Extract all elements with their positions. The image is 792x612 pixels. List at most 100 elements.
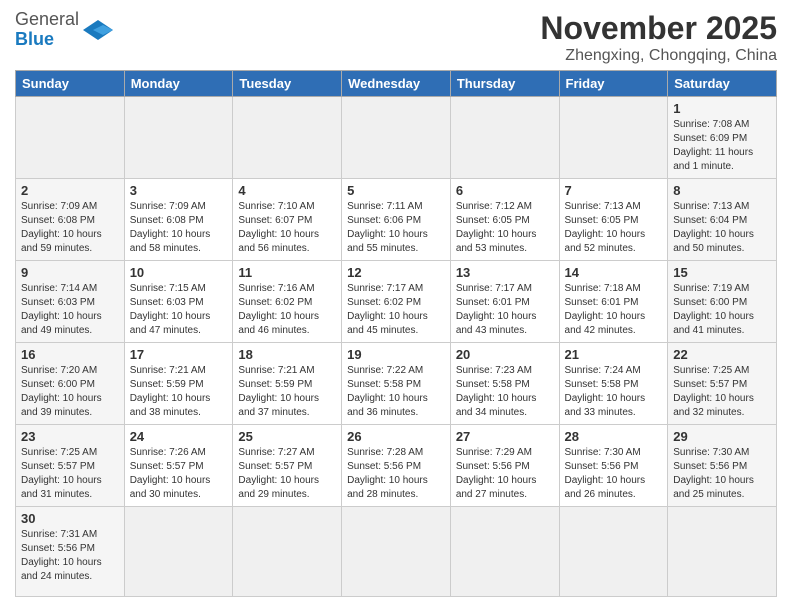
table-row: 16 Sunrise: 7:20 AM Sunset: 6:00 PM Dayli… [16,343,125,425]
day-info: Sunrise: 7:22 AM Sunset: 5:58 PM Dayligh… [347,364,445,420]
day-number: 3 [130,183,228,198]
day-number: 8 [673,183,771,198]
col-friday: Friday [559,71,668,97]
table-row: 24 Sunrise: 7:26 AM Sunset: 5:57 PM Dayli… [124,425,233,507]
day-info: Sunrise: 7:09 AM Sunset: 6:08 PM Dayligh… [21,200,119,256]
logo: General Blue [15,10,113,50]
table-row: 19Sunrise: 7:22 AM Sunset: 5:58 PM Dayli… [342,343,451,425]
day-number: 25 [238,429,336,444]
table-row: 27 Sunrise: 7:29 AM Sunset: 5:56 PM Dayli… [450,425,559,507]
day-info: Sunrise: 7:11 AM Sunset: 6:06 PM Dayligh… [347,200,445,256]
day-info: Sunrise: 7:16 AM Sunset: 6:02 PM Dayligh… [238,282,336,338]
day-number: 29 [673,429,771,444]
col-wednesday: Wednesday [342,71,451,97]
table-row: 26Sunrise: 7:28 AM Sunset: 5:56 PM Dayli… [342,425,451,507]
day-info: Sunrise: 7:13 AM Sunset: 6:05 PM Dayligh… [565,200,663,256]
day-number: 12 [347,265,445,280]
title-block: November 2025 Zhengxing, Chongqing, Chin… [540,10,777,65]
table-row: 28 Sunrise: 7:30 AM Sunset: 5:56 PM Dayli… [559,425,668,507]
day-info: Sunrise: 7:12 AM Sunset: 6:05 PM Dayligh… [456,200,554,256]
day-number: 28 [565,429,663,444]
day-number: 4 [238,183,336,198]
day-number: 17 [130,347,228,362]
table-row: 29 Sunrise: 7:30 AM Sunset: 5:56 PM Dayli… [668,425,777,507]
day-info: Sunrise: 7:08 AM Sunset: 6:09 PM Dayligh… [673,118,771,174]
day-number: 27 [456,429,554,444]
day-number: 10 [130,265,228,280]
logo-blue: Blue [15,29,54,49]
col-saturday: Saturday [668,71,777,97]
table-row [559,97,668,179]
day-number: 15 [673,265,771,280]
table-row: 9 Sunrise: 7:14 AM Sunset: 6:03 PM Daylig… [16,261,125,343]
day-number: 26 [347,429,445,444]
table-row: 14 Sunrise: 7:18 AM Sunset: 6:01 PM Dayli… [559,261,668,343]
day-number: 6 [456,183,554,198]
table-row: 25 Sunrise: 7:27 AM Sunset: 5:57 PM Dayli… [233,425,342,507]
day-number: 2 [21,183,119,198]
day-number: 22 [673,347,771,362]
day-info: Sunrise: 7:17 AM Sunset: 6:01 PM Dayligh… [456,282,554,338]
day-number: 5 [347,183,445,198]
table-row: 10 Sunrise: 7:15 AM Sunset: 6:03 PM Dayli… [124,261,233,343]
day-number: 30 [21,511,119,526]
day-info: Sunrise: 7:31 AM Sunset: 5:56 PM Dayligh… [21,528,119,584]
day-info: Sunrise: 7:26 AM Sunset: 5:57 PM Dayligh… [130,446,228,502]
col-tuesday: Tuesday [233,71,342,97]
day-info: Sunrise: 7:15 AM Sunset: 6:03 PM Dayligh… [130,282,228,338]
day-number: 18 [238,347,336,362]
day-info: Sunrise: 7:14 AM Sunset: 6:03 PM Dayligh… [21,282,119,338]
day-number: 7 [565,183,663,198]
table-row: 15 Sunrise: 7:19 AM Sunset: 6:00 PM Dayli… [668,261,777,343]
table-row: 17Sunrise: 7:21 AM Sunset: 5:59 PM Dayli… [124,343,233,425]
day-info: Sunrise: 7:20 AM Sunset: 6:00 PM Dayligh… [21,364,119,420]
day-info: Sunrise: 7:29 AM Sunset: 5:56 PM Dayligh… [456,446,554,502]
day-info: Sunrise: 7:17 AM Sunset: 6:02 PM Dayligh… [347,282,445,338]
day-number: 23 [21,429,119,444]
table-row: 2 Sunrise: 7:09 AM Sunset: 6:08 PM Daylig… [16,179,125,261]
col-thursday: Thursday [450,71,559,97]
logo-icon [83,20,113,40]
day-info: Sunrise: 7:23 AM Sunset: 5:58 PM Dayligh… [456,364,554,420]
day-number: 14 [565,265,663,280]
table-row: 5 Sunrise: 7:11 AM Sunset: 6:06 PM Daylig… [342,179,451,261]
table-row: 21Sunrise: 7:24 AM Sunset: 5:58 PM Dayli… [559,343,668,425]
logo-general: General [15,9,79,29]
table-row: 12 Sunrise: 7:17 AM Sunset: 6:02 PM Dayli… [342,261,451,343]
col-monday: Monday [124,71,233,97]
day-info: Sunrise: 7:10 AM Sunset: 6:07 PM Dayligh… [238,200,336,256]
calendar-subtitle: Zhengxing, Chongqing, China [540,47,777,65]
table-row: 11 Sunrise: 7:16 AM Sunset: 6:02 PM Dayli… [233,261,342,343]
day-info: Sunrise: 7:13 AM Sunset: 6:04 PM Dayligh… [673,200,771,256]
table-row: 8 Sunrise: 7:13 AM Sunset: 6:04 PM Daylig… [668,179,777,261]
day-info: Sunrise: 7:30 AM Sunset: 5:56 PM Dayligh… [673,446,771,502]
day-number: 24 [130,429,228,444]
table-row: 3 Sunrise: 7:09 AM Sunset: 6:08 PM Daylig… [124,179,233,261]
day-number: 9 [21,265,119,280]
logo-text: General Blue [15,10,79,50]
table-row: 13 Sunrise: 7:17 AM Sunset: 6:01 PM Dayli… [450,261,559,343]
day-info: Sunrise: 7:30 AM Sunset: 5:56 PM Dayligh… [565,446,663,502]
table-row: 7 Sunrise: 7:13 AM Sunset: 6:05 PM Daylig… [559,179,668,261]
day-number: 13 [456,265,554,280]
table-row [233,97,342,179]
header: General Blue November 2025 Zhengxing, Ch… [15,10,777,65]
day-info: Sunrise: 7:24 AM Sunset: 5:58 PM Dayligh… [565,364,663,420]
table-row [668,507,777,597]
calendar-header-row: Sunday Monday Tuesday Wednesday Thursday… [16,71,777,97]
table-row: 1Sunrise: 7:08 AM Sunset: 6:09 PM Daylig… [668,97,777,179]
day-info: Sunrise: 7:27 AM Sunset: 5:57 PM Dayligh… [238,446,336,502]
table-row [16,97,125,179]
table-row: 20Sunrise: 7:23 AM Sunset: 5:58 PM Dayli… [450,343,559,425]
table-row: 30 Sunrise: 7:31 AM Sunset: 5:56 PM Dayli… [16,507,125,597]
day-number: 16 [21,347,119,362]
day-number: 11 [238,265,336,280]
col-sunday: Sunday [16,71,125,97]
table-row [342,507,451,597]
table-row [342,97,451,179]
day-info: Sunrise: 7:18 AM Sunset: 6:01 PM Dayligh… [565,282,663,338]
calendar-table: Sunday Monday Tuesday Wednesday Thursday… [15,70,777,597]
day-info: Sunrise: 7:19 AM Sunset: 6:00 PM Dayligh… [673,282,771,338]
day-info: Sunrise: 7:09 AM Sunset: 6:08 PM Dayligh… [130,200,228,256]
table-row: 4 Sunrise: 7:10 AM Sunset: 6:07 PM Daylig… [233,179,342,261]
